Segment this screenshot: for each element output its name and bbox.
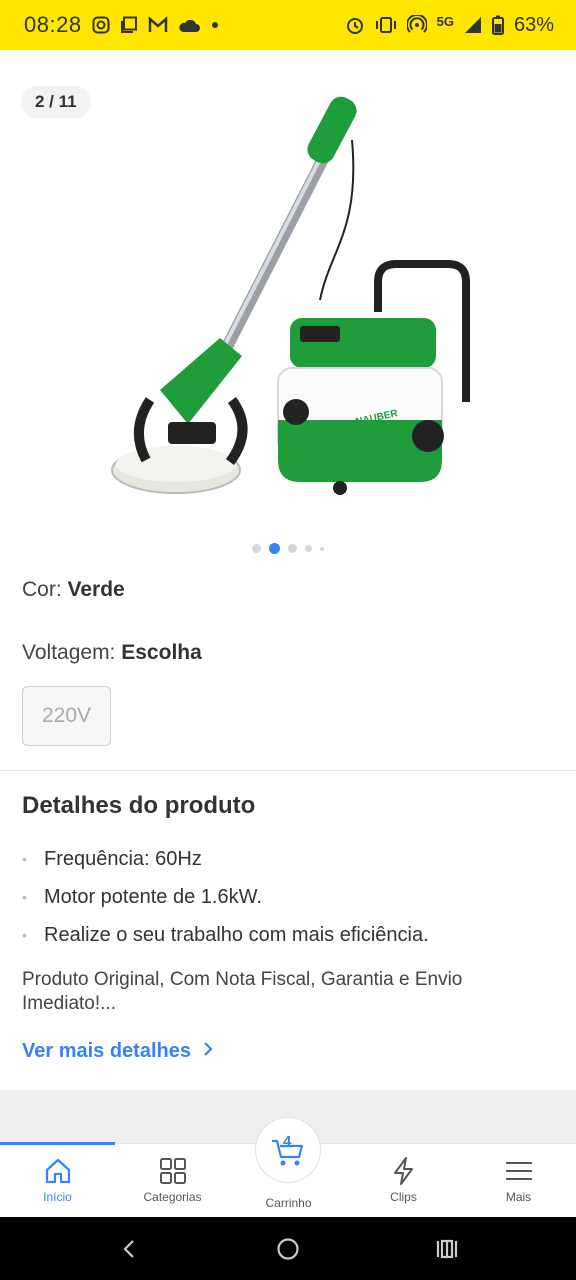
chevron-right-icon	[203, 1040, 213, 1063]
carousel-dot-active[interactable]	[269, 543, 280, 554]
battery-icon	[491, 15, 504, 35]
back-icon[interactable]	[121, 1239, 137, 1264]
battery-percent: 63%	[513, 13, 554, 36]
see-more-label: Ver mais detalhes	[22, 1040, 191, 1062]
cart-button[interactable]	[255, 1117, 321, 1183]
details-bullet-list: • Frequência: 60Hz • Motor potente de 1.6k…	[22, 846, 429, 960]
lightning-icon	[389, 1152, 419, 1186]
voltage-label: Voltagem:	[22, 641, 116, 664]
home-icon	[43, 1152, 73, 1186]
bullet-icon: •	[22, 889, 27, 905]
active-tab-indicator	[0, 1142, 115, 1145]
section-divider	[0, 770, 576, 771]
dot-icon	[210, 20, 220, 30]
cloud-icon	[178, 17, 200, 33]
carousel-dot[interactable]	[320, 546, 324, 551]
carousel-dot[interactable]	[305, 545, 312, 552]
color-label: Cor:	[22, 578, 62, 601]
tab-label: Carrinho	[265, 1196, 312, 1210]
color-attribute: Cor: Verde	[22, 578, 125, 602]
carousel-dots[interactable]	[0, 543, 576, 554]
vibrate-icon	[375, 16, 397, 34]
list-item: • Frequência: 60Hz	[22, 846, 429, 884]
bullet-icon: •	[22, 927, 27, 943]
cart-badge: 4	[283, 1133, 292, 1150]
list-item: • Motor potente de 1.6kW.	[22, 884, 429, 922]
recents-icon[interactable]	[436, 1239, 458, 1264]
bullet-text: Motor potente de 1.6kW.	[44, 886, 262, 908]
signal-icon	[464, 16, 482, 34]
tab-mais[interactable]: Mais	[461, 1144, 576, 1218]
status-time: 08:28	[24, 12, 82, 37]
network-type: 5G	[436, 13, 454, 29]
bullet-text: Realize o seu trabalho com mais eficiênc…	[44, 924, 429, 946]
tab-inicio[interactable]: Início	[0, 1144, 115, 1218]
bullet-icon: •	[22, 851, 27, 867]
image-counter: 2 / 11	[21, 86, 91, 118]
tab-label: Categorias	[143, 1190, 202, 1204]
voltage-value: Escolha	[121, 641, 202, 664]
details-title: Detalhes do produto	[22, 792, 256, 819]
color-value: Verde	[67, 578, 125, 601]
tab-categorias[interactable]: Categorias	[115, 1144, 230, 1218]
home-circle-icon[interactable]	[276, 1237, 300, 1266]
tab-label: Início	[43, 1190, 72, 1204]
bullet-text: Frequência: 60Hz	[44, 848, 202, 870]
carousel-dot[interactable]	[252, 544, 261, 553]
product-image-gallery[interactable]: NAUBER APN-1600	[0, 50, 576, 525]
system-nav-bar	[0, 1217, 576, 1280]
alarm-icon	[345, 15, 365, 35]
instagram-icon	[92, 16, 110, 34]
gmail-icon	[148, 16, 168, 34]
voltage-option-220v[interactable]: 220V	[22, 686, 111, 746]
copy-icon	[120, 16, 138, 34]
tab-clips[interactable]: Clips	[346, 1144, 461, 1218]
list-item: • Realize o seu trabalho com mais eficiên…	[22, 922, 429, 960]
tab-label: Clips	[390, 1190, 417, 1204]
voltage-attribute: Voltagem: Escolha	[22, 641, 202, 665]
see-more-details-link[interactable]: Ver mais detalhes	[22, 1040, 213, 1063]
menu-icon	[504, 1152, 534, 1186]
tab-label: Mais	[505, 1190, 532, 1204]
status-bar: 08:28 5G 63%	[0, 0, 576, 50]
hotspot-icon	[406, 15, 427, 35]
carousel-dot[interactable]	[288, 544, 297, 553]
grid-icon	[158, 1152, 188, 1186]
product-image: NAUBER APN-1600	[111, 96, 470, 495]
product-description: Produto Original, Com Nota Fiscal, Garan…	[22, 969, 463, 1014]
